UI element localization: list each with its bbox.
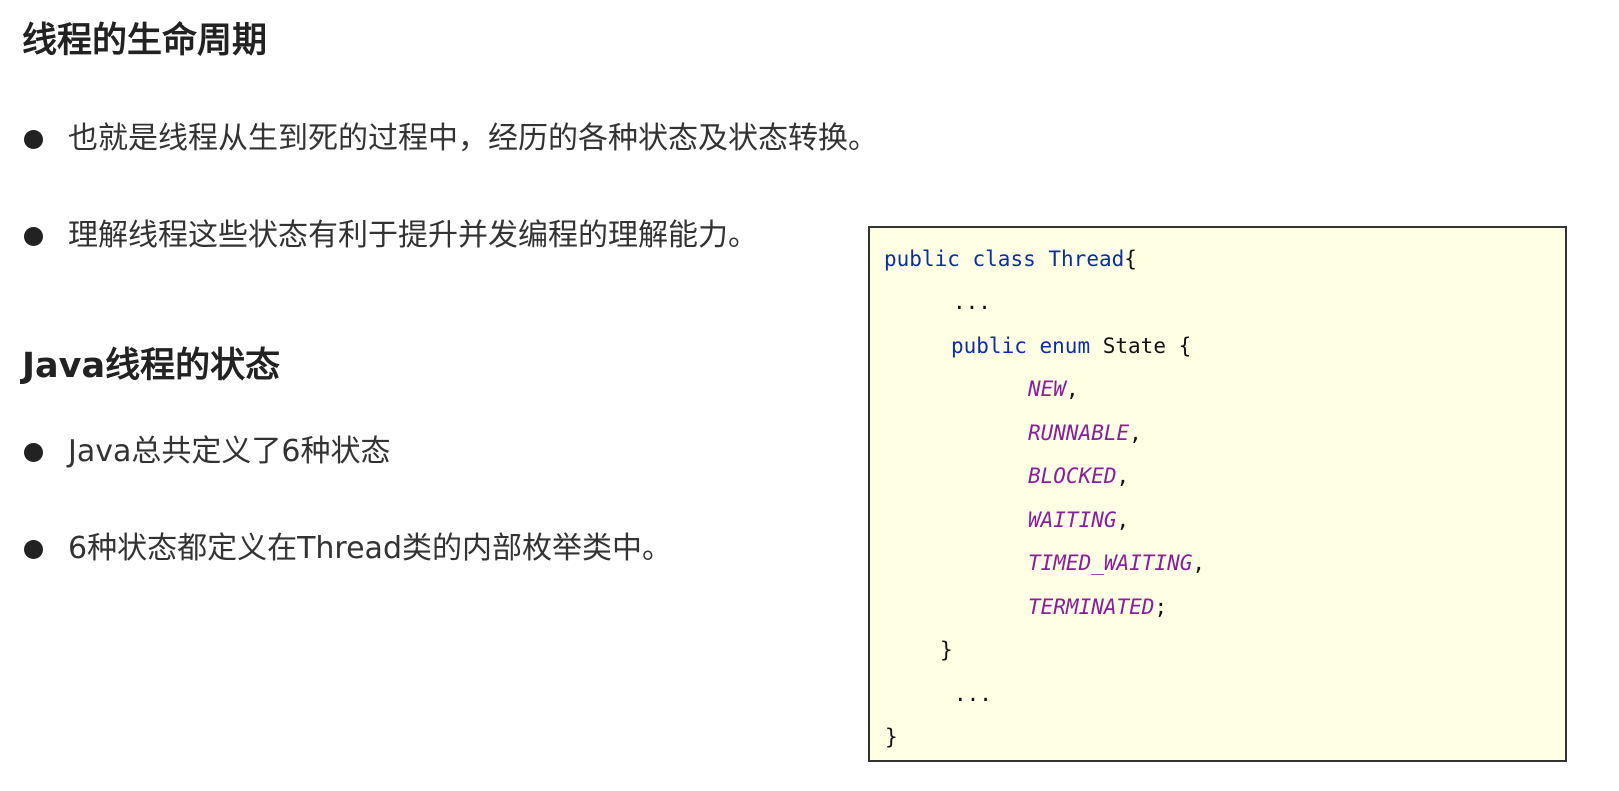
list-item: 也就是线程从生到死的过程中，经历的各种状态及状态转换。 xyxy=(24,119,878,159)
list-item: Java总共定义了6种状态 xyxy=(24,432,390,472)
bullet-icon xyxy=(24,226,43,246)
list-item-text: 理解线程这些状态有利于提升并发编程的理解能力。 xyxy=(68,218,758,253)
code-enum-name: State xyxy=(1102,334,1166,358)
code-punct: , xyxy=(1065,377,1079,401)
enum-constant: RUNNABLE xyxy=(1028,421,1130,445)
bullet-icon xyxy=(24,442,43,462)
code-line-ellipsis: ... xyxy=(953,290,991,314)
code-keyword: enum xyxy=(1039,334,1091,358)
code-punct: { xyxy=(1178,334,1192,358)
enum-constant: TIMED_WAITING xyxy=(1028,551,1193,575)
bullet-icon xyxy=(24,539,43,559)
list-item: 6种状态都定义在Thread类的内部枚举类中。 xyxy=(24,529,672,569)
code-keyword: public xyxy=(884,247,960,271)
enum-constant: WAITING xyxy=(1028,508,1117,532)
code-punct: , xyxy=(1116,508,1130,532)
enum-constant: BLOCKED xyxy=(1028,464,1117,488)
section-title-java-thread-states: Java线程的状态 xyxy=(22,346,281,386)
list-item-text: 6种状态都定义在Thread类的内部枚举类中。 xyxy=(68,531,672,566)
bullet-icon xyxy=(24,129,43,149)
code-keyword: public xyxy=(951,334,1027,358)
code-line-enum-constant: WAITING, xyxy=(1028,510,1129,531)
enum-constant: TERMINATED xyxy=(1028,595,1155,619)
code-line-ellipsis: ... xyxy=(954,682,992,706)
code-punct: , xyxy=(1129,421,1142,445)
code-punct: , xyxy=(1192,551,1206,575)
code-line-enum-close: } xyxy=(940,638,953,662)
enum-constant: NEW xyxy=(1028,377,1066,401)
section-title-thread-lifecycle: 线程的生命周期 xyxy=(22,21,268,61)
list-item-text: 也就是线程从生到死的过程中，经历的各种状态及状态转换。 xyxy=(68,121,878,156)
code-class-name: Thread xyxy=(1048,247,1125,271)
code-line-enum-constant: TIMED_WAITING, xyxy=(1028,553,1205,574)
code-line-enum-constant: BLOCKED, xyxy=(1028,466,1129,487)
code-line-class-declaration: public class Thread{ xyxy=(884,249,1137,270)
code-punct: { xyxy=(1124,247,1137,271)
code-keyword: class xyxy=(972,247,1036,271)
code-line-enum-constant: RUNNABLE, xyxy=(1028,423,1142,444)
code-line-enum-constant: TERMINATED; xyxy=(1028,597,1167,618)
code-line-class-close: } xyxy=(885,725,898,749)
code-line-enum-constant: NEW, xyxy=(1028,379,1079,400)
code-punct: , xyxy=(1116,464,1130,488)
list-item-text: Java总共定义了6种状态 xyxy=(68,434,391,469)
code-block: public class Thread{ ... public enum Sta… xyxy=(868,226,1567,762)
code-line-enum-declaration: public enum State { xyxy=(951,336,1191,357)
list-item: 理解线程这些状态有利于提升并发编程的理解能力。 xyxy=(24,216,758,256)
code-punct: ; xyxy=(1154,595,1168,619)
